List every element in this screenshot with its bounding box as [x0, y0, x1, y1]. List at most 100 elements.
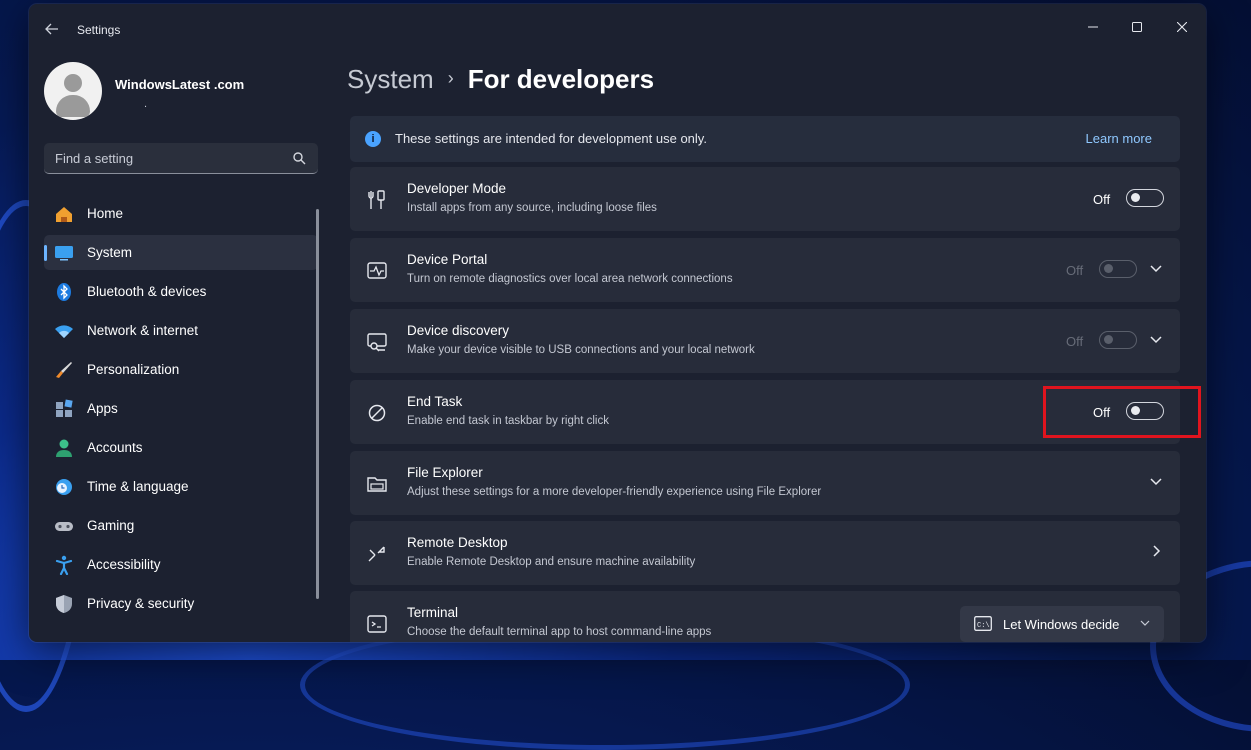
shield-icon — [56, 595, 72, 613]
learn-more-link[interactable]: Learn more — [1086, 131, 1152, 146]
accessibility-icon — [55, 555, 73, 575]
minimize-icon — [1088, 26, 1098, 28]
title-bar: Settings — [29, 4, 1206, 52]
setting-description: Install apps from any source, including … — [407, 202, 657, 214]
sidebar-item-label: Apps — [87, 401, 118, 416]
remote-icon — [368, 546, 385, 562]
setting-developer-mode: Developer Mode Install apps from any sou… — [350, 167, 1180, 231]
terminal-icon — [367, 615, 387, 633]
sidebar-item-label: Accessibility — [87, 557, 161, 572]
maximize-button[interactable] — [1117, 12, 1157, 42]
gamepad-icon — [55, 522, 73, 531]
sidebar-item-label: Time & language — [87, 479, 189, 494]
setting-device-portal[interactable]: Device Portal Turn on remote diagnostics… — [350, 238, 1180, 302]
selection-indicator — [44, 245, 47, 261]
folder-icon — [367, 477, 387, 492]
sidebar-item-system[interactable]: System — [44, 235, 318, 270]
arrow-left-icon — [45, 23, 58, 35]
svg-text:C:\: C:\ — [977, 622, 990, 630]
toggle-knob — [1131, 193, 1140, 202]
wifi-icon — [55, 325, 73, 338]
profile-name: WindowsLatest .com — [115, 77, 245, 92]
person-icon — [56, 439, 72, 457]
toggle-state-label: Off — [1093, 192, 1111, 207]
setting-description: Enable end task in taskbar by right clic… — [407, 415, 609, 427]
setting-device-discovery[interactable]: Device discovery Make your device visibl… — [350, 309, 1180, 373]
profile-subtitle: . — [144, 98, 148, 110]
sidebar-item-home[interactable]: Home — [44, 196, 318, 231]
sidebar-item-label: System — [87, 245, 133, 260]
sidebar-item-gaming[interactable]: Gaming — [44, 508, 318, 543]
bluetooth-icon — [57, 283, 71, 301]
sidebar-item-network[interactable]: Network & internet — [44, 313, 318, 348]
apps-icon — [56, 399, 73, 417]
device-discovery-toggle — [1099, 331, 1137, 349]
sidebar-item-accessibility[interactable]: Accessibility — [44, 547, 318, 582]
dropdown-selected-value: Let Windows decide — [1003, 617, 1120, 632]
chevron-down-icon — [1140, 620, 1150, 626]
sidebar-item-accounts[interactable]: Accounts — [44, 430, 318, 465]
sidebar-item-apps[interactable]: Apps — [44, 391, 318, 426]
chevron-down-icon[interactable] — [1148, 473, 1164, 489]
sidebar-item-privacy[interactable]: Privacy & security — [44, 586, 318, 621]
setting-description: Enable Remote Desktop and ensure machine… — [407, 556, 696, 568]
setting-description: Make your device visible to USB connecti… — [407, 344, 755, 356]
sidebar-item-time-language[interactable]: Time & language — [44, 469, 318, 504]
setting-remote-desktop[interactable]: Remote Desktop Enable Remote Desktop and… — [350, 521, 1180, 585]
breadcrumb: System › For developers — [347, 64, 654, 95]
maximize-icon — [1132, 22, 1142, 32]
setting-title: Device discovery — [407, 323, 510, 338]
developer-mode-toggle[interactable] — [1126, 189, 1164, 207]
info-icon: i — [365, 131, 381, 147]
search-icon — [293, 152, 306, 165]
sidebar-item-label: Bluetooth & devices — [87, 284, 207, 299]
toggle-state-label: Off — [1066, 334, 1084, 349]
avatar-head — [64, 74, 82, 92]
sidebar-item-bluetooth[interactable]: Bluetooth & devices — [44, 274, 318, 309]
setting-title: Device Portal — [407, 252, 488, 267]
page-title: For developers — [467, 64, 655, 94]
toggle-state-label: Off — [1066, 263, 1084, 278]
search-placeholder: Find a setting — [55, 151, 134, 166]
device-search-icon — [367, 333, 387, 352]
device-portal-toggle — [1099, 260, 1137, 278]
home-icon — [56, 207, 72, 222]
sidebar-item-label: Gaming — [87, 518, 135, 533]
setting-title: End Task — [407, 394, 463, 409]
breadcrumb-separator: › — [447, 68, 454, 88]
tools-icon — [368, 190, 385, 209]
info-banner: i These settings are intended for develo… — [350, 116, 1180, 162]
avatar — [44, 62, 102, 120]
command-prompt-icon: C:\ — [974, 616, 992, 631]
highlight-annotation-box — [1043, 386, 1201, 438]
brush-icon — [56, 362, 72, 378]
minimize-button[interactable] — [1073, 12, 1113, 42]
sidebar-scrollbar[interactable] — [316, 209, 319, 599]
breadcrumb-parent[interactable]: System — [347, 64, 434, 94]
search-input[interactable]: Find a setting — [44, 143, 318, 174]
setting-file-explorer[interactable]: File Explorer Adjust these settings for … — [350, 451, 1180, 515]
avatar-body — [56, 95, 90, 117]
close-button[interactable] — [1162, 12, 1202, 42]
setting-description: Turn on remote diagnostics over local ar… — [407, 273, 733, 285]
clock-globe-icon — [56, 479, 72, 495]
settings-window: Settings WindowsLatest .com . Find a set… — [29, 4, 1206, 642]
setting-description: Adjust these settings for a more develop… — [407, 486, 822, 498]
close-icon — [1176, 21, 1188, 33]
sidebar-item-label: Home — [87, 206, 124, 221]
back-button[interactable] — [41, 18, 63, 40]
sidebar-item-personalization[interactable]: Personalization — [44, 352, 318, 387]
setting-title: Developer Mode — [407, 181, 507, 196]
chevron-right-icon[interactable] — [1148, 543, 1164, 559]
system-icon — [55, 246, 73, 261]
sidebar-item-label: Accounts — [87, 440, 143, 455]
sidebar-item-label: Personalization — [87, 362, 180, 377]
sidebar-item-label: Network & internet — [87, 323, 199, 338]
chevron-down-icon[interactable] — [1148, 260, 1164, 276]
chevron-down-icon[interactable] — [1148, 331, 1164, 347]
pulse-icon — [367, 262, 387, 279]
block-icon — [368, 404, 386, 422]
app-title: Settings — [77, 23, 121, 37]
terminal-app-dropdown[interactable]: C:\ Let Windows decide — [960, 606, 1164, 642]
sidebar-nav: Home System Bluetooth & devices Network … — [44, 196, 318, 625]
